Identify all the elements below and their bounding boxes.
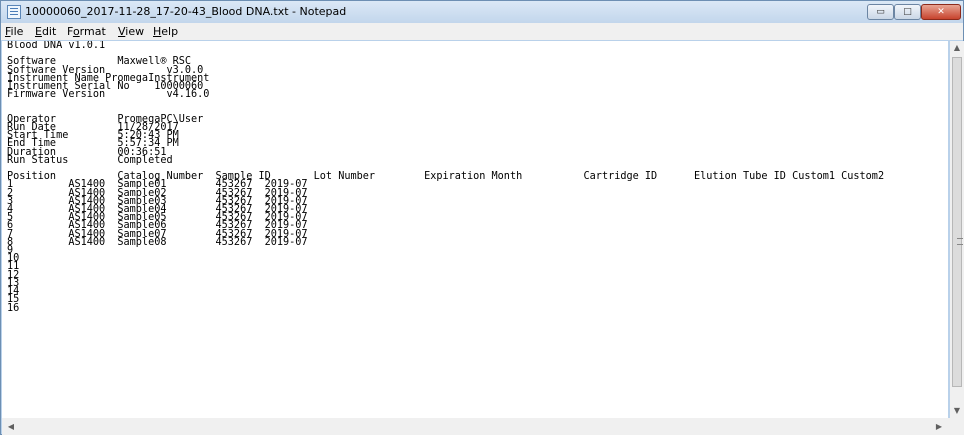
window-title: 10000060_2017-11-28_17-20-43_Blood DNA.t…	[25, 5, 347, 18]
menu-file[interactable]: File	[5, 25, 23, 38]
maximize-button[interactable]: □	[894, 4, 921, 20]
text-editor-area[interactable]: Blood DNA v1.0.1 Software Maxwell® RSC S…	[2, 41, 948, 418]
minimize-button[interactable]: ▭	[867, 4, 894, 20]
scroll-grip-icon	[957, 238, 963, 245]
menu-edit-label: dit	[41, 25, 57, 38]
menu-view[interactable]: View	[118, 25, 144, 38]
notepad-app-icon[interactable]	[7, 5, 21, 19]
close-button[interactable]: ✕	[921, 4, 961, 20]
menu-help[interactable]: Help	[153, 25, 178, 38]
menu-view-label: iew	[125, 25, 145, 38]
horizontal-scrollbar[interactable]: ◀ ▶	[2, 418, 948, 435]
menu-format-label: rmat	[79, 25, 106, 38]
menu-format[interactable]: Format	[67, 25, 106, 38]
menu-bar: File Edit Format View Help	[1, 23, 963, 40]
document-text[interactable]: Blood DNA v1.0.1 Software Maxwell® RSC S…	[7, 41, 884, 313]
menu-edit[interactable]: Edit	[35, 25, 56, 38]
menu-format-mnemonic: o	[72, 25, 80, 38]
notepad-window: 10000060_2017-11-28_17-20-43_Blood DNA.t…	[0, 0, 964, 435]
menu-help-label: elp	[161, 25, 179, 38]
scroll-up-icon[interactable]: ▲	[950, 41, 964, 55]
vertical-scrollbar[interactable]: ▲ ▼	[950, 41, 964, 418]
scroll-left-icon[interactable]: ◀	[4, 420, 18, 434]
title-bar[interactable]: 10000060_2017-11-28_17-20-43_Blood DNA.t…	[1, 1, 963, 23]
resize-grip[interactable]	[948, 418, 964, 435]
menu-edit-mnemonic: E	[35, 25, 42, 38]
scroll-right-icon[interactable]: ▶	[932, 420, 946, 434]
menu-file-label: ile	[10, 25, 24, 38]
vertical-scroll-thumb[interactable]	[952, 57, 963, 387]
scroll-down-icon[interactable]: ▼	[950, 404, 964, 418]
